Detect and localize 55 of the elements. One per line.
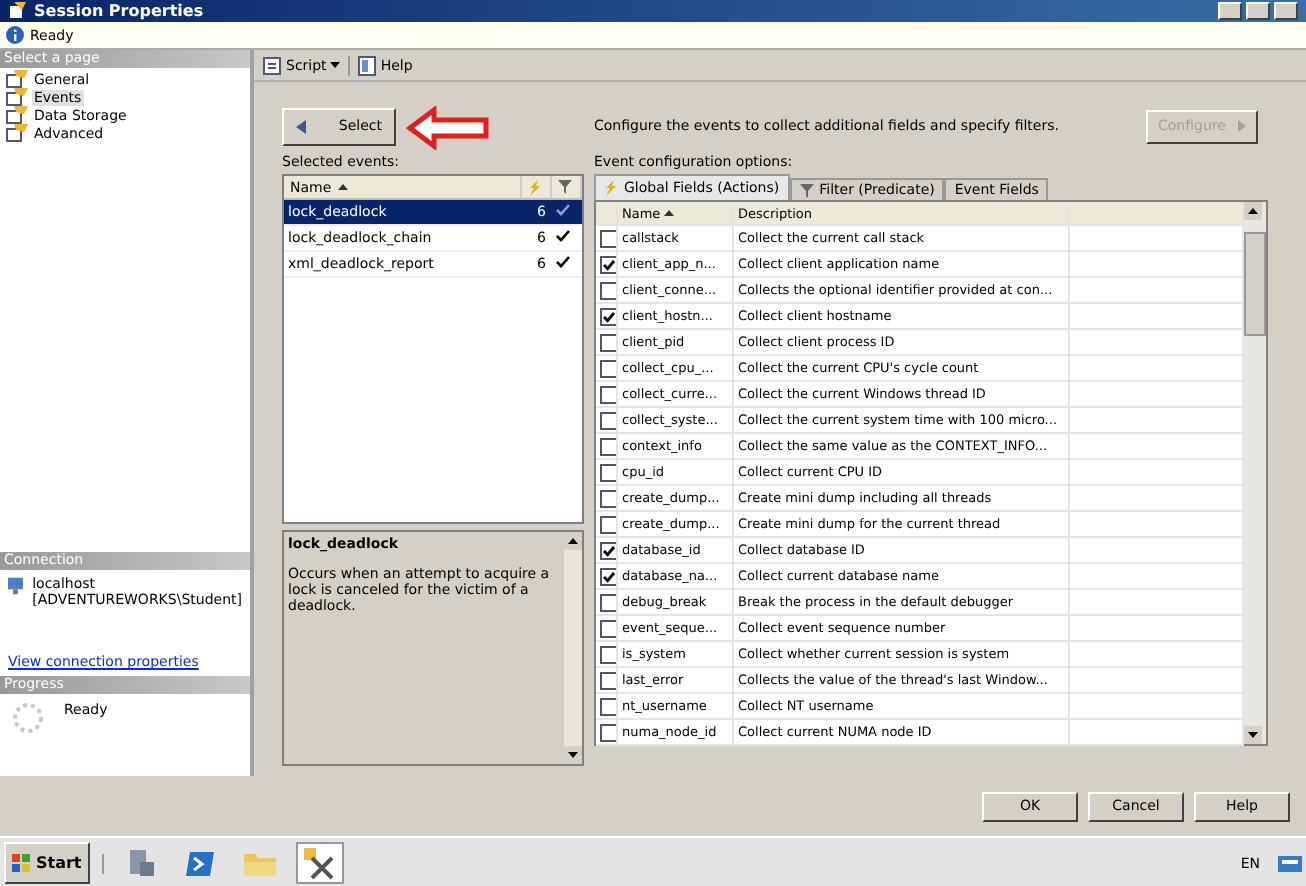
checkbox[interactable] xyxy=(600,567,616,585)
sort-icon xyxy=(337,184,348,190)
computer-icon xyxy=(8,576,27,596)
tools-icon xyxy=(301,845,338,881)
sort-icon xyxy=(664,210,675,216)
arrow-icon xyxy=(296,119,306,133)
checkbox[interactable] xyxy=(600,619,616,637)
page-icon xyxy=(6,70,28,88)
scroll-up-icon[interactable] xyxy=(564,532,582,550)
help-icon xyxy=(358,55,377,75)
checkbox[interactable] xyxy=(600,437,616,455)
close-button[interactable] xyxy=(1274,2,1298,20)
checkbox[interactable] xyxy=(600,281,616,299)
maximize-button[interactable] xyxy=(1246,2,1270,20)
lightning-icon xyxy=(604,180,618,196)
checkbox[interactable] xyxy=(600,307,616,325)
taskbar-app[interactable] xyxy=(295,842,344,884)
funnel-icon xyxy=(558,180,572,194)
network-icon[interactable] xyxy=(1278,853,1302,873)
lightning-icon xyxy=(528,179,542,195)
start-button[interactable]: Start xyxy=(4,842,90,884)
page-icon xyxy=(6,106,28,124)
info-icon xyxy=(6,26,24,44)
windows-icon xyxy=(12,854,32,872)
checkbox[interactable] xyxy=(600,541,616,559)
checkbox[interactable] xyxy=(600,229,616,247)
checkbox[interactable] xyxy=(600,515,616,533)
checkbox[interactable] xyxy=(600,463,616,481)
checkbox[interactable] xyxy=(600,359,616,377)
checkbox[interactable] xyxy=(600,723,616,741)
app-icon xyxy=(8,2,26,20)
scrollbar-thumb[interactable] xyxy=(1244,231,1266,335)
annotation-arrow xyxy=(406,106,490,150)
checkbox[interactable] xyxy=(600,671,616,689)
checkbox[interactable] xyxy=(600,411,616,429)
checkbox[interactable] xyxy=(600,489,616,507)
page-icon xyxy=(6,124,28,142)
scroll-up-icon[interactable] xyxy=(1244,202,1262,220)
checkbox[interactable] xyxy=(600,645,616,663)
folder-icon xyxy=(241,849,278,877)
checkbox[interactable] xyxy=(600,255,616,273)
caret-icon xyxy=(330,62,341,68)
scroll-down-icon[interactable] xyxy=(1244,726,1262,744)
checkbox[interactable] xyxy=(600,333,616,351)
minimize-button[interactable] xyxy=(1218,2,1242,20)
checkbox[interactable] xyxy=(600,697,616,715)
scroll-down-icon[interactable] xyxy=(564,746,582,764)
checkbox[interactable] xyxy=(600,385,616,403)
page-icon xyxy=(6,88,28,106)
terminal-icon xyxy=(183,849,216,877)
window-title: Session Properties xyxy=(34,2,204,20)
script-icon xyxy=(262,55,282,75)
arrow-icon xyxy=(1238,120,1246,132)
checkbox[interactable] xyxy=(600,593,616,611)
spinner-icon xyxy=(12,702,44,734)
